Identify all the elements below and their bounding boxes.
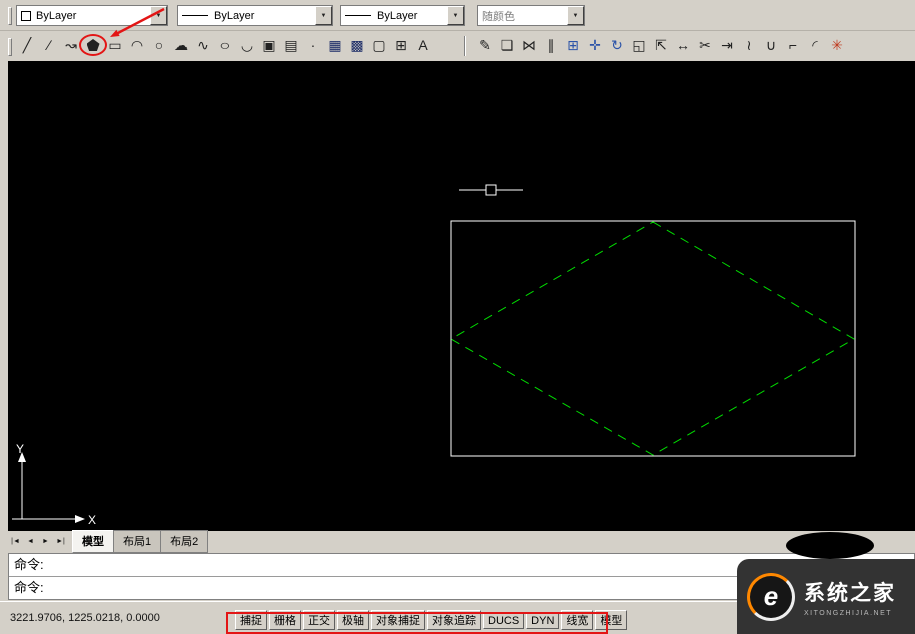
insert-block-icon[interactable]: ▣ (258, 35, 280, 55)
linetype-preview (182, 15, 208, 16)
revision-cloud-icon[interactable]: ☁ (170, 35, 192, 55)
linetype-combobox[interactable]: ByLayer ▼ (177, 5, 333, 26)
plot-style-value: 随颜色 (482, 8, 515, 24)
lineweight-preview (345, 15, 371, 16)
trim-icon[interactable]: ✂ (694, 35, 716, 55)
color-value: ByLayer (36, 10, 76, 22)
toolbar-separator (464, 36, 466, 56)
drawn-rectangle[interactable] (451, 221, 855, 456)
toggle-ducs[interactable]: DUCS (483, 613, 524, 629)
watermark: e 系统之家 XITONGZHIJIA.NET (737, 559, 915, 634)
tab-model[interactable]: 模型 (72, 530, 114, 553)
mirror-icon[interactable]: ⋈ (518, 35, 540, 55)
watermark-blob (786, 532, 874, 559)
rotate-icon[interactable]: ↻ (606, 35, 628, 55)
plot-style-dropdown-arrow-icon[interactable]: ▼ (567, 6, 584, 25)
stretch-icon[interactable]: ⇱ (650, 35, 672, 55)
color-combobox[interactable]: ByLayer ▼ (16, 5, 168, 26)
array-icon[interactable]: ⊞ (562, 35, 584, 55)
line-icon[interactable]: ╱ (16, 35, 38, 55)
watermark-subtitle: XITONGZHIJIA.NET (804, 610, 896, 617)
lengthen-icon[interactable]: ↔ (672, 35, 694, 55)
next-tab-button[interactable]: ► (38, 534, 53, 550)
draw-modify-toolbar: ╱∕↝▭◠○☁∿○◡▣▤·▦▩▢⊞A ✎❏⋈∥⊞✛↻◱⇱↔✂⇥≀∪⌐◜✳ (0, 31, 915, 61)
layout-tab-bar: |◄◄►►| 模型布局1布局2 (8, 531, 915, 551)
scale-icon[interactable]: ◱ (628, 35, 650, 55)
previous-tab-button[interactable]: ◄ (23, 534, 38, 550)
toggle-polar[interactable]: 极轴 (337, 610, 369, 630)
drawing-canvas[interactable]: Y X (8, 61, 915, 531)
erase-icon[interactable]: ✎ (474, 35, 496, 55)
ucs-icon: Y X (12, 442, 96, 527)
extend-icon[interactable]: ⇥ (716, 35, 738, 55)
rectangle-icon[interactable]: ▭ (104, 35, 126, 55)
multiline-text-icon[interactable]: A (412, 35, 434, 55)
ellipse-arc-icon[interactable]: ◡ (236, 35, 258, 55)
offset-icon[interactable]: ∥ (540, 35, 562, 55)
coordinates-display[interactable]: 3221.9706, 1225.0218, 0.0000 (10, 612, 160, 624)
explode-icon[interactable]: ✳ (826, 35, 848, 55)
circle-icon[interactable]: ○ (148, 35, 170, 55)
tab-layout2[interactable]: 布局2 (160, 530, 208, 553)
toggle-snap[interactable]: 捕捉 (235, 610, 267, 630)
lineweight-combobox[interactable]: ByLayer ▼ (340, 5, 465, 26)
point-icon[interactable]: · (302, 35, 324, 55)
layout-tabs: 模型布局1布局2 (72, 530, 207, 553)
join-icon[interactable]: ∪ (760, 35, 782, 55)
status-toggle-group: 捕捉栅格正交极轴对象捕捉对象追踪DUCSDYN线宽模型 (234, 610, 628, 630)
drawn-diamond[interactable] (451, 222, 854, 455)
toolbar-grip[interactable] (8, 7, 12, 25)
watermark-title: 系统之家 (804, 577, 896, 607)
toggle-otrack[interactable]: 对象追踪 (427, 610, 481, 630)
break-icon[interactable]: ≀ (738, 35, 760, 55)
color-dropdown-arrow-icon[interactable]: ▼ (150, 6, 167, 25)
linetype-dropdown-arrow-icon[interactable]: ▼ (315, 6, 332, 25)
fillet-icon[interactable]: ◜ (804, 35, 826, 55)
toggle-osnap[interactable]: 对象捕捉 (371, 610, 425, 630)
lineweight-value: ByLayer (377, 10, 417, 22)
properties-toolbar: ByLayer ▼ ByLayer ▼ ByLayer ▼ 随颜色 ▼ (0, 0, 915, 31)
region-icon[interactable]: ▢ (368, 35, 390, 55)
toggle-ortho[interactable]: 正交 (303, 610, 335, 630)
tab-layout1[interactable]: 布局1 (113, 530, 161, 553)
crosshair-cursor (459, 185, 523, 195)
polyline-icon[interactable]: ↝ (60, 35, 82, 55)
toggle-model[interactable]: 模型 (595, 610, 627, 630)
gradient-icon[interactable]: ▩ (346, 35, 368, 55)
make-block-icon[interactable]: ▤ (280, 35, 302, 55)
polygon-icon[interactable] (82, 35, 104, 55)
modify-toolbar-group: ✎❏⋈∥⊞✛↻◱⇱↔✂⇥≀∪⌐◜✳ (474, 35, 848, 55)
toggle-dyn[interactable]: DYN (526, 613, 559, 629)
move-icon[interactable]: ✛ (584, 35, 606, 55)
watermark-logo-letter: e (764, 581, 778, 612)
draw-toolbar-group: ╱∕↝▭◠○☁∿○◡▣▤·▦▩▢⊞A (16, 35, 434, 55)
linetype-value: ByLayer (214, 10, 254, 22)
chamfer-icon[interactable]: ⌐ (782, 35, 804, 55)
ucs-x-label: X (88, 513, 96, 527)
arc-icon[interactable]: ◠ (126, 35, 148, 55)
toggle-lineweight[interactable]: 线宽 (561, 610, 593, 630)
toolbar-grip[interactable] (8, 38, 12, 56)
copy-icon[interactable]: ❏ (496, 35, 518, 55)
last-tab-button[interactable]: ►| (53, 534, 68, 550)
first-tab-button[interactable]: |◄ (8, 534, 23, 550)
color-swatch (21, 11, 31, 21)
table-icon[interactable]: ⊞ (390, 35, 412, 55)
autocad-window: ByLayer ▼ ByLayer ▼ ByLayer ▼ 随颜色 ▼ ╱∕↝ ▭… (0, 0, 915, 634)
lineweight-dropdown-arrow-icon[interactable]: ▼ (447, 6, 464, 25)
toggle-grid[interactable]: 栅格 (269, 610, 301, 630)
tab-navigation: |◄◄►►| (8, 532, 68, 550)
hatch-icon[interactable]: ▦ (324, 35, 346, 55)
plot-style-combobox[interactable]: 随颜色 ▼ (477, 5, 585, 26)
construction-line-icon[interactable]: ∕ (38, 35, 60, 55)
watermark-logo-icon: e (747, 573, 795, 621)
ucs-y-label: Y (16, 442, 24, 456)
watermark-texts: 系统之家 XITONGZHIJIA.NET (804, 577, 896, 617)
